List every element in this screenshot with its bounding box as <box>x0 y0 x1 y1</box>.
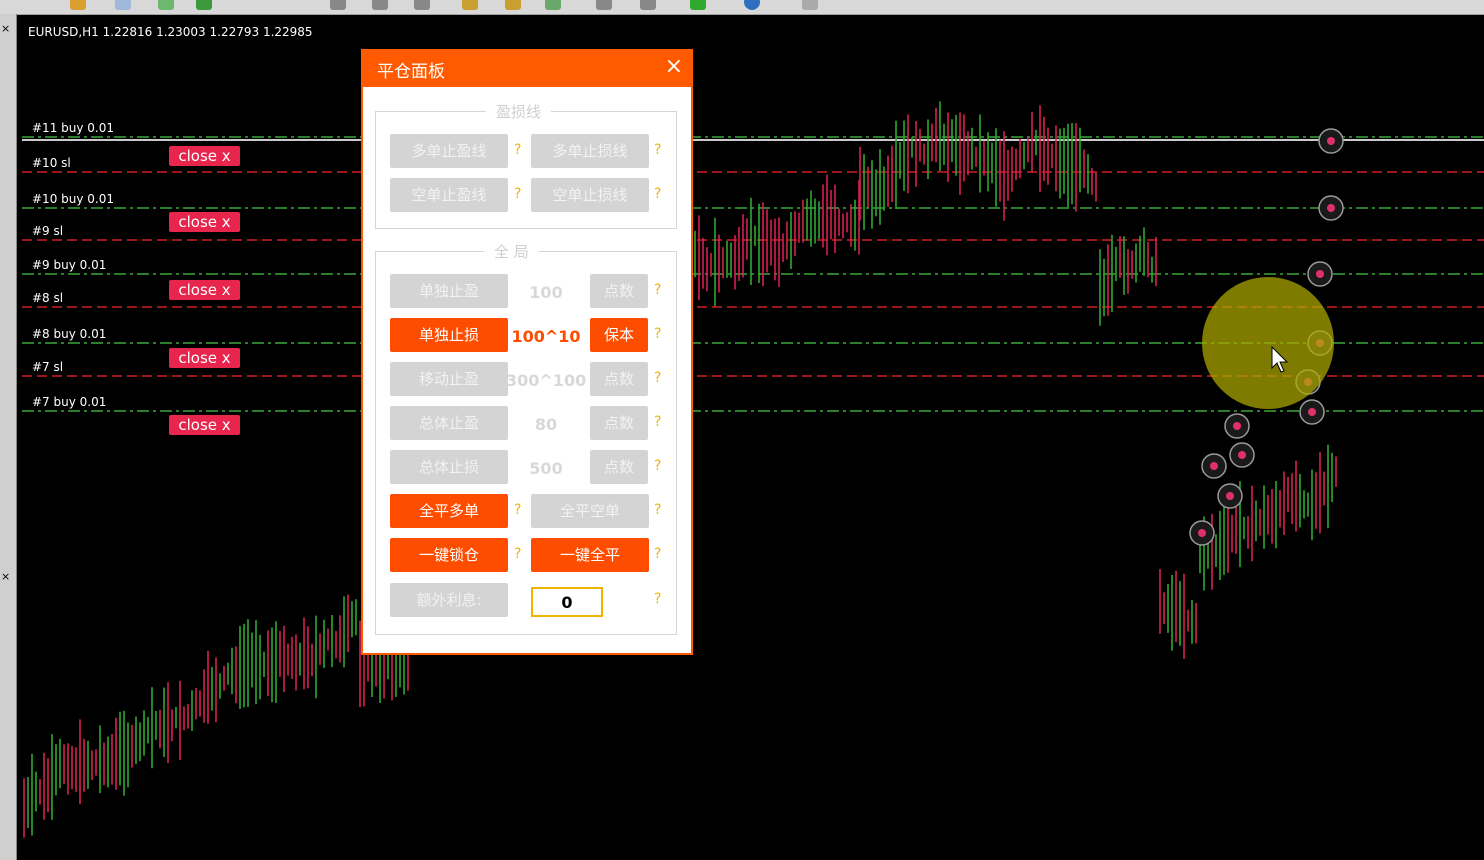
order-line-label: #10 sl <box>32 156 71 170</box>
help-icon[interactable]: ? <box>654 326 661 342</box>
single-tp-value: 100 <box>529 283 563 302</box>
help-icon[interactable]: ? <box>654 186 661 202</box>
group-title: 盈损线 <box>486 101 552 122</box>
help-icon[interactable]: ? <box>654 546 661 562</box>
total-sl-value: 500 <box>529 459 563 478</box>
help-icon[interactable]: ? <box>654 142 661 158</box>
help-icon[interactable]: ? <box>654 591 661 607</box>
order-line-label: #10 buy 0.01 <box>32 192 114 206</box>
points-button[interactable]: 点数 <box>590 450 648 484</box>
trade-marker-dot <box>1233 422 1241 430</box>
cursor-highlight <box>1202 277 1334 409</box>
trade-marker-dot <box>1210 462 1218 470</box>
chart-title: EURUSD,H1 1.22816 1.23003 1.22793 1.2298… <box>28 25 313 39</box>
order-line-label: #7 sl <box>32 360 64 374</box>
long-sl-line-button[interactable]: 多单止损线 <box>531 134 649 168</box>
help-icon[interactable]: ? <box>514 186 521 202</box>
short-tp-line-button[interactable]: 空单止盈线 <box>390 178 508 212</box>
total-tp-value: 80 <box>534 415 558 434</box>
help-icon[interactable]: ? <box>514 502 521 518</box>
order-line-label: #11 buy 0.01 <box>32 121 114 135</box>
trade-marker-dot <box>1327 137 1335 145</box>
extra-interest-button[interactable]: 额外利息: <box>390 583 508 617</box>
help-icon[interactable]: ? <box>654 458 661 474</box>
short-sl-line-button[interactable]: 空单止损线 <box>531 178 649 212</box>
single-sl-value: 100^10 <box>511 327 581 346</box>
mouse-cursor-icon <box>1271 346 1289 373</box>
close-order-button[interactable]: close x <box>169 348 240 368</box>
close-order-button[interactable]: close x <box>169 212 240 232</box>
trade-marker-dot <box>1327 204 1335 212</box>
group-title: 全 局 <box>484 241 539 262</box>
order-line-label: #8 buy 0.01 <box>32 327 107 341</box>
close-all-short-button[interactable]: 全平空单 <box>531 494 649 528</box>
close-order-button[interactable]: close x <box>169 146 240 166</box>
trailing-tp-button[interactable]: 移动止盈 <box>390 362 508 396</box>
trade-marker-dot <box>1198 529 1206 537</box>
help-icon[interactable]: ? <box>514 546 521 562</box>
close-order-button[interactable]: close x <box>169 415 240 435</box>
trade-marker-dot <box>1238 451 1246 459</box>
one-click-lock-button[interactable]: 一键锁仓 <box>390 538 508 572</box>
extra-interest-input[interactable] <box>531 587 603 617</box>
global-group: 全 局 单独止盈 100 点数 ? 单独止损 100^10 保本 ? 移动止盈 … <box>375 241 677 635</box>
help-icon[interactable]: ? <box>514 142 521 158</box>
single-sl-button[interactable]: 单独止损 <box>390 318 508 352</box>
trade-marker-dot <box>1226 492 1234 500</box>
long-tp-line-button[interactable]: 多单止盈线 <box>390 134 508 168</box>
close-icon[interactable]: × <box>665 54 683 79</box>
help-icon[interactable]: ? <box>654 282 661 298</box>
panel-title: 平仓面板 <box>377 62 445 82</box>
total-sl-button[interactable]: 总体止损 <box>390 450 508 484</box>
single-tp-button[interactable]: 单独止盈 <box>390 274 508 308</box>
panel-header[interactable]: 平仓面板 × <box>363 51 691 87</box>
order-line-label: #9 buy 0.01 <box>32 258 107 272</box>
trade-marker-dot <box>1316 270 1324 278</box>
help-icon[interactable]: ? <box>654 502 661 518</box>
help-icon[interactable]: ? <box>654 370 661 386</box>
points-button[interactable]: 点数 <box>590 274 648 308</box>
breakeven-button[interactable]: 保本 <box>590 318 648 352</box>
close-order-button[interactable]: close x <box>169 280 240 300</box>
trade-marker-dot <box>1308 408 1316 416</box>
close-all-long-button[interactable]: 全平多单 <box>390 494 508 528</box>
tp-sl-line-group: 盈损线 多单止盈线 ? 多单止损线 ? 空单止盈线 ? 空单止损线 ? <box>375 101 677 229</box>
order-line-label: #8 sl <box>32 291 64 305</box>
one-click-close-all-button[interactable]: 一键全平 <box>531 538 649 572</box>
close-position-panel: 平仓面板 × 盈损线 多单止盈线 ? 多单止损线 ? 空单止盈线 ? 空单止损线… <box>361 49 693 655</box>
help-icon[interactable]: ? <box>654 414 661 430</box>
points-button[interactable]: 点数 <box>590 406 648 440</box>
total-tp-button[interactable]: 总体止盈 <box>390 406 508 440</box>
order-line-label: #9 sl <box>32 224 64 238</box>
trailing-tp-value: 300^100 <box>506 371 587 390</box>
points-button[interactable]: 点数 <box>590 362 648 396</box>
order-line-label: #7 buy 0.01 <box>32 395 107 409</box>
